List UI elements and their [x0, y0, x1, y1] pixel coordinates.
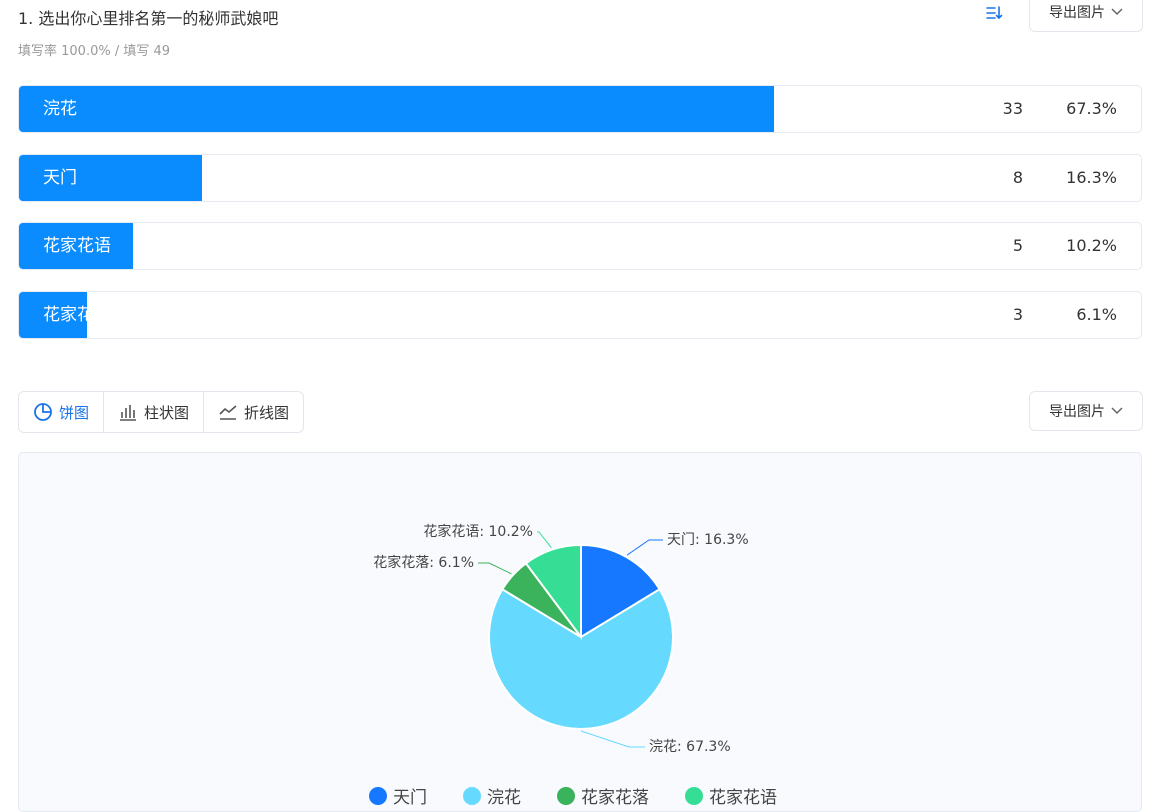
legend-item[interactable]: 天门 [369, 783, 427, 808]
legend-item[interactable]: 浣花 [463, 783, 521, 808]
bar-chart-icon [120, 405, 137, 421]
tab-pie-chart-label: 饼图 [59, 403, 90, 422]
tab-bar-chart-label: 柱状图 [144, 403, 190, 422]
option-label: 天门 [43, 168, 77, 188]
option-bar-fill [19, 86, 775, 132]
option-count: 5 [1012, 236, 1023, 255]
chevron-down-icon [1111, 8, 1123, 16]
option-percent: 6.1% [1076, 305, 1117, 324]
legend-item[interactable]: 花家花落 [557, 783, 649, 808]
chart-legend: 天门 浣花 花家花落 花家花语 [369, 783, 777, 808]
question-title: 1. 选出你心里排名第一的秘师武娘吧 [18, 9, 279, 28]
line-chart-icon [219, 405, 237, 420]
legend-label: 花家花语 [709, 788, 777, 808]
pie-label-line [478, 562, 512, 575]
option-percent: 10.2% [1066, 236, 1117, 255]
export-chart-image-button[interactable]: 导出图片 [1029, 391, 1143, 431]
option-row: 花家花语 5 10.2% [18, 222, 1142, 270]
pie-slice-label: 天门: 16.3% [667, 532, 749, 548]
export-image-button[interactable]: 导出图片 [1029, 0, 1143, 32]
pie-label-line [580, 730, 645, 748]
option-count: 33 [1002, 99, 1023, 118]
chevron-down-icon [1111, 407, 1123, 415]
export-chart-image-label: 导出图片 [1049, 404, 1105, 420]
question-stats: 填写率 100.0% / 填写 49 [18, 44, 171, 59]
option-label: 花家花落 [43, 305, 111, 325]
option-row: 浣花 33 67.3% [18, 85, 1142, 133]
option-percent: 16.3% [1066, 168, 1117, 187]
legend-label: 天门 [393, 788, 427, 808]
sort-icon[interactable] [985, 4, 1003, 22]
pie-label-line [537, 531, 552, 549]
tab-line-chart[interactable]: 折线图 [203, 392, 303, 432]
legend-label: 花家花落 [581, 788, 649, 808]
pie-slice-label: 花家花落: 6.1% [373, 554, 474, 571]
option-count: 3 [1012, 305, 1023, 324]
option-row: 花家花落 3 6.1% [18, 291, 1142, 339]
pie-slice-label: 浣花: 67.3% [649, 739, 731, 755]
pie-chart-icon [34, 403, 52, 421]
option-label: 浣花 [43, 99, 77, 119]
legend-item[interactable]: 花家花语 [685, 783, 777, 808]
tab-bar-chart[interactable]: 柱状图 [103, 392, 203, 432]
export-image-label: 导出图片 [1049, 5, 1105, 21]
legend-label: 浣花 [487, 788, 521, 808]
pie-slice-label: 花家花语: 10.2% [423, 523, 533, 540]
tab-pie-chart[interactable]: 饼图 [19, 392, 103, 432]
option-label: 花家花语 [43, 236, 111, 256]
tab-line-chart-label: 折线图 [244, 403, 290, 422]
pie-label-line [626, 539, 663, 556]
chart-type-tabs: 饼图 柱状图 折线图 [18, 391, 305, 433]
pie-chart: 天门: 16.3% 浣花: 67.3% 花家花落: 6.1% 花家花语: 10.2% [373, 523, 749, 755]
chart-panel: 天门: 16.3% 浣花: 67.3% 花家花落: 6.1% 花家花语: 10.2% … [18, 452, 1142, 812]
option-count: 8 [1012, 168, 1023, 187]
option-percent: 67.3% [1066, 99, 1117, 118]
option-row: 天门 8 16.3% [18, 154, 1142, 202]
